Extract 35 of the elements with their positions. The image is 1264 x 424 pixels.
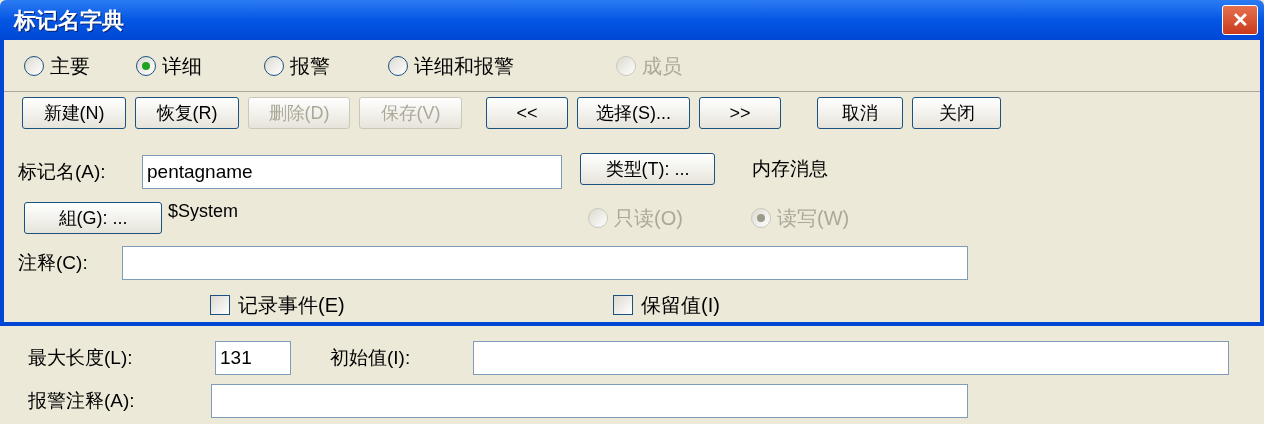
checkbox-label[interactable]: 记录事件(E) (238, 295, 345, 315)
field-label: 报警注释(A): (28, 388, 136, 413)
type-value: 内存消息 (752, 156, 828, 181)
radio-label[interactable]: 报警 (290, 55, 330, 76)
field-label: 标记名(A): (18, 159, 107, 184)
input-field[interactable]: pentagname (142, 155, 562, 189)
radio-label[interactable]: 详细 (162, 55, 202, 76)
close-button[interactable]: ✕ (1222, 5, 1258, 35)
field-label: 注释(C): (18, 250, 89, 275)
button[interactable]: 新建(N) (22, 96, 126, 129)
radio-button[interactable] (388, 55, 408, 76)
button[interactable]: >> (699, 96, 781, 129)
radio-button[interactable] (24, 55, 44, 76)
radio-label[interactable]: 主要 (50, 55, 90, 76)
radio-button[interactable] (136, 55, 156, 76)
button[interactable]: << (486, 96, 568, 129)
group-value: $System (168, 202, 239, 220)
input-field[interactable] (122, 246, 968, 280)
button[interactable]: 恢复(R) (135, 96, 239, 129)
radio-button[interactable] (264, 55, 284, 76)
checkbox-label[interactable]: 保留值(I) (641, 295, 720, 315)
field-label: 最大长度(L): (28, 345, 134, 370)
checkbox[interactable] (613, 295, 633, 315)
button[interactable]: 关闭 (912, 96, 1001, 129)
input-field[interactable] (473, 341, 1229, 375)
input-field[interactable] (211, 384, 968, 418)
window-title: 标记名字典 (14, 6, 124, 35)
input-field[interactable]: 131 (215, 341, 291, 375)
button[interactable]: 組(G): ... (24, 201, 162, 234)
field-label: 初始值(I): (330, 345, 412, 370)
radio-label[interactable]: 详细和报警 (414, 55, 514, 76)
button[interactable]: 选择(S)... (577, 96, 690, 129)
button[interactable]: 取消 (817, 96, 903, 129)
checkbox[interactable] (210, 295, 230, 315)
button[interactable]: 类型(T): ... (580, 153, 715, 185)
